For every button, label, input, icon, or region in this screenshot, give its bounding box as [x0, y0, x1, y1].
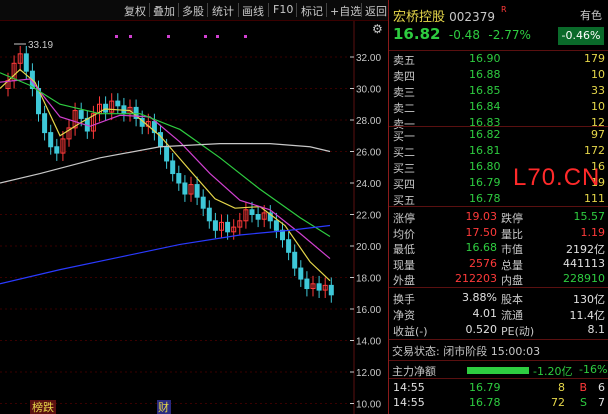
ask-price: 16.90 — [469, 52, 501, 65]
bid-volume: 97 — [591, 128, 605, 141]
toolbar-overlay[interactable]: 叠加 — [153, 3, 175, 19]
toolbar-statistics[interactable]: 统计 — [212, 3, 234, 19]
toolbar-draw-line[interactable]: 画线 — [242, 3, 264, 19]
bid-label: 买四 — [393, 178, 415, 191]
bid-label: 买三 — [393, 162, 415, 175]
ask-price: 16.85 — [469, 84, 501, 97]
high-price-label: 33.19 — [28, 40, 53, 51]
ask-row[interactable]: 卖二 16.84 10 — [389, 100, 608, 115]
ask-volume: 10 — [591, 68, 605, 81]
marker-dots — [115, 35, 247, 38]
fundamental-row: 净资 4.01 流通 11.4亿 — [393, 307, 605, 322]
tag-bang-die[interactable]: 榜跌 — [32, 400, 54, 414]
chart-toolbar: 复权 叠加 多股 统计 画线 F10 标记 +自选 返回 — [0, 0, 390, 21]
ask-label: 卖三 — [393, 86, 415, 99]
last-price: 16.82 — [393, 25, 441, 43]
price-grid — [0, 21, 355, 414]
tag-finance[interactable]: 财 — [158, 400, 169, 414]
tick-row: 14:55 16.78 72 S 7 — [393, 396, 605, 409]
main-flow-bar — [467, 367, 529, 374]
toolbar-mark[interactable]: 标记 — [301, 3, 323, 19]
trade-status: 交易状态: 闭市阶段 15:00:03 — [392, 345, 541, 358]
ask-price: 16.84 — [469, 100, 501, 113]
price-tick-label: 16.00 — [356, 305, 381, 316]
candlestick-chart[interactable]: 32.00 30.00 28.00 26.00 24.00 22.00 20.00 18.00… — [0, 21, 388, 414]
bid-price: 16.80 — [469, 160, 501, 173]
fundamental-row: 换手 3.88% 股本 130亿 — [393, 291, 605, 306]
toolbar-back[interactable]: 返回 — [365, 3, 387, 19]
watermark: L70.CN — [513, 164, 601, 191]
toolbar-f10[interactable]: F10 — [273, 3, 293, 16]
price-line: 16.82 -0.48 -2.77% — [393, 25, 531, 43]
bid-price: 16.81 — [469, 144, 501, 157]
stock-header: 宏桥控股 002379 — [393, 6, 495, 25]
bid-volume: 172 — [584, 144, 605, 157]
stat-row: 均价 17.50 量比 1.19 — [393, 225, 605, 241]
toolbar-restore-rights[interactable]: 复权 — [124, 3, 146, 19]
ask-row[interactable]: 卖三 16.85 33 — [389, 84, 608, 99]
gear-icon[interactable]: ⚙ — [372, 22, 383, 36]
bid-price: 16.78 — [469, 192, 501, 205]
fundamental-row: 收益(-) 0.520 PE(动) 8.1 — [393, 323, 605, 338]
price-tick-label: 22.00 — [356, 211, 381, 222]
candlesticks — [5, 45, 334, 303]
sector-tag[interactable]: 有色 — [580, 7, 602, 23]
stat-row: 外盘 212203 内盘 228910 — [393, 272, 605, 287]
bid-label: 买一 — [393, 130, 415, 143]
stat-row: 涨停 19.03 跌停 15.57 — [393, 210, 605, 225]
bid-row[interactable]: 买二 16.81 172 — [389, 144, 608, 159]
price-axis: 32.00 30.00 28.00 26.00 24.00 22.00 20.00 18.00… — [356, 53, 381, 411]
stock-name: 宏桥控股 — [393, 10, 446, 25]
price-change-pct: -2.77% — [488, 28, 531, 42]
price-tick-label: 14.00 — [356, 337, 381, 348]
bid-price: 16.82 — [469, 128, 501, 141]
ask-label: 卖五 — [393, 54, 415, 67]
bid-row[interactable]: 买五 16.78 111 — [389, 192, 608, 207]
tick-row: 14:55 16.79 8 B 6 — [393, 381, 605, 394]
ask-volume: 10 — [591, 100, 605, 113]
ask-label: 卖二 — [393, 102, 415, 115]
stock-code: 002379 — [449, 10, 495, 24]
ask-price: 16.88 — [469, 68, 501, 81]
ask-volume: 179 — [584, 52, 605, 65]
price-tick-label: 24.00 — [356, 179, 381, 190]
bid-volume: 111 — [584, 192, 605, 205]
ask-label: 卖四 — [393, 70, 415, 83]
stat-row: 最低 16.68 市值 2192亿 — [393, 241, 605, 256]
ask-volume: 33 — [591, 84, 605, 97]
ask-row[interactable]: 卖五 16.90 179 — [389, 52, 608, 67]
toolbar-add-watchlist[interactable]: +自选 — [330, 3, 361, 19]
ask-row[interactable]: 卖四 16.88 10 — [389, 68, 608, 83]
price-tick-label: 20.00 — [356, 242, 381, 253]
price-tick-label: 32.00 — [356, 53, 381, 64]
sector-pct-badge: -0.46% — [558, 27, 604, 45]
price-tick-label: 10.00 — [356, 400, 381, 411]
bid-price: 16.79 — [469, 176, 501, 189]
price-change: -0.48 — [448, 28, 480, 42]
stat-row: 现量 2576 总量 441113 — [393, 256, 605, 272]
ma5-line — [0, 68, 331, 282]
r-badge: R — [501, 5, 507, 14]
price-tick-label: 18.00 — [356, 274, 381, 285]
moving-average-lines — [0, 68, 331, 285]
price-tick-label: 30.00 — [356, 85, 381, 96]
price-tick-label: 26.00 — [356, 148, 381, 159]
toolbar-multi-stock[interactable]: 多股 — [182, 3, 204, 19]
price-tick-label: 12.00 — [356, 368, 381, 379]
price-tick-label: 28.00 — [356, 116, 381, 127]
bid-label: 买二 — [393, 146, 415, 159]
bid-row[interactable]: 买一 16.82 97 — [389, 128, 608, 143]
quote-panel: 宏桥控股 002379 R 有色 16.82 -0.48 -2.77% -0.4… — [388, 0, 608, 414]
